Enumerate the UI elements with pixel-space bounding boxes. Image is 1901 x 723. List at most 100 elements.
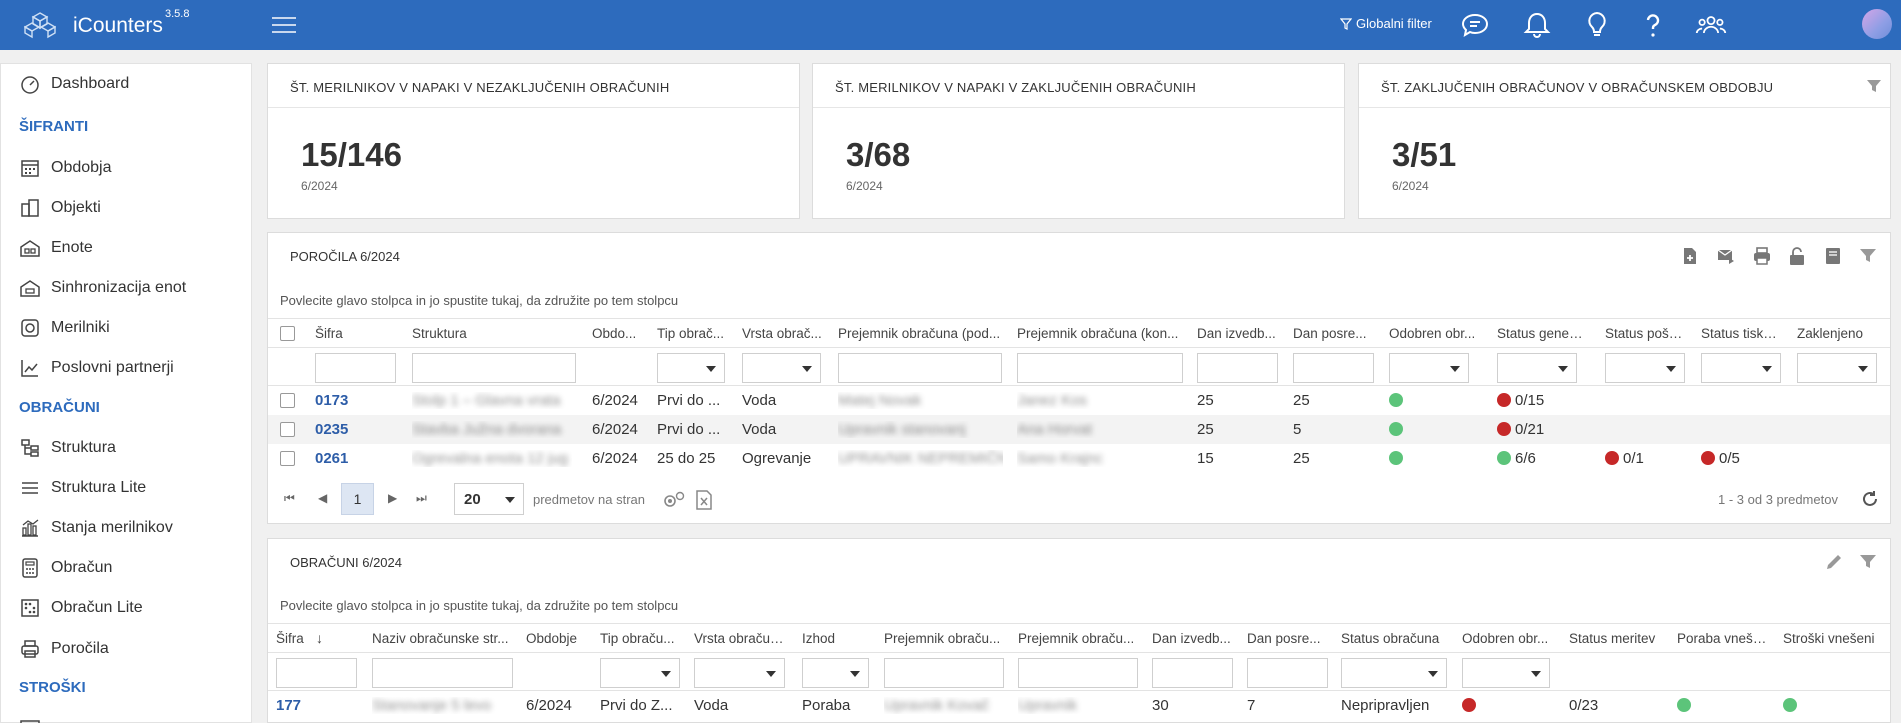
sidebar-item-next[interactable] (19, 715, 41, 723)
chat-icon[interactable] (1459, 10, 1491, 40)
col-tip[interactable]: Tip obrač... (657, 326, 731, 341)
last-page-icon[interactable]: ⏭ (416, 491, 427, 506)
refresh-icon[interactable] (1861, 490, 1879, 508)
filter-dan-posredovanja-input[interactable] (1247, 658, 1328, 688)
edit-icon[interactable] (1824, 552, 1844, 572)
filter-prejemnik-kon-input[interactable] (1017, 353, 1183, 383)
cell-sifra[interactable]: 0173 (315, 392, 395, 409)
filter-prejemnik-2-input[interactable] (1018, 658, 1138, 688)
row-checkbox[interactable] (280, 393, 295, 408)
filter-tip-select[interactable] (600, 658, 680, 688)
filter-zaklenjeno-select[interactable] (1797, 353, 1877, 383)
col-sifra[interactable]: Šifra (315, 326, 395, 341)
col-dan-posredovanja[interactable]: Dan posre... (1247, 631, 1330, 646)
users-icon[interactable] (1695, 10, 1727, 40)
excel-export-icon[interactable] (695, 489, 713, 511)
filter-sifra-input[interactable] (315, 353, 396, 383)
prev-page-icon[interactable]: ◀ (318, 491, 327, 505)
filter-dan-posredovanja-input[interactable] (1293, 353, 1374, 383)
row-checkbox[interactable] (280, 451, 295, 466)
sidebar-item-dashboard[interactable]: Dashboard (19, 73, 129, 95)
col-struktura[interactable]: Struktura (412, 326, 552, 341)
filter-prejemnik-pod-input[interactable] (838, 353, 1002, 383)
filter-vrsta-select[interactable] (742, 353, 821, 383)
filter-status-obracuna-select[interactable] (1341, 658, 1447, 688)
col-izhod[interactable]: Izhod (802, 631, 862, 646)
sidebar-item-enote[interactable]: Enote (19, 237, 93, 259)
filter-status-gen-select[interactable] (1497, 353, 1577, 383)
cell-sifra[interactable]: 177 (276, 697, 356, 714)
cell-sifra[interactable]: 0261 (315, 450, 395, 467)
filter-status-tis-select[interactable] (1701, 353, 1781, 383)
select-all-checkbox[interactable] (280, 326, 295, 341)
col-dan-izvedbe[interactable]: Dan izvedb... (1152, 631, 1235, 646)
col-obdobje[interactable]: Obdobje (526, 631, 586, 646)
sidebar-item-sinhronizacija[interactable]: Sinhronizacija enot (19, 277, 186, 299)
filter-struktura-input[interactable] (412, 353, 576, 383)
filter-izhod-select[interactable] (802, 658, 869, 688)
col-poraba[interactable]: Poraba vneše... (1677, 631, 1769, 646)
col-odobren[interactable]: Odobren obr... (1462, 631, 1550, 646)
col-sifra[interactable]: Šifra (276, 631, 316, 646)
col-status-meritev[interactable]: Status meritev (1569, 631, 1664, 646)
sidebar-item-obracun[interactable]: Obračun (19, 557, 112, 579)
bell-icon[interactable] (1521, 10, 1553, 40)
col-dan-izvedbe[interactable]: Dan izvedb... (1197, 326, 1280, 341)
filter-dan-izvedbe-input[interactable] (1197, 353, 1278, 383)
filter-sifra-input[interactable] (276, 658, 357, 688)
col-tip[interactable]: Tip obraču... (600, 631, 680, 646)
sidebar-item-obdobja[interactable]: Obdobja (19, 157, 112, 179)
avatar[interactable] (1862, 9, 1892, 39)
help-icon[interactable] (1637, 10, 1669, 40)
col-stroski[interactable]: Stroški vnešeni (1783, 631, 1883, 646)
sidebar-item-merilniki[interactable]: Merilniki (19, 317, 110, 339)
filter-tip-select[interactable] (657, 353, 725, 383)
table-row[interactable]: 177 Stanovanje 5 levo 6/2024 Prvi do Z... Vo… (268, 691, 1890, 720)
table-row[interactable]: 0261 Ogrevalna enota 12 jug 6/2024 25 do 25… (268, 444, 1890, 473)
filter-icon[interactable] (1865, 77, 1883, 95)
sidebar-item-porocila[interactable]: Poročila (19, 638, 109, 660)
next-page-icon[interactable]: ▶ (388, 491, 397, 505)
table-row[interactable]: 0235 Stavba Južna dvorana 6/2024 Prvi do ..… (268, 415, 1890, 444)
col-prejemnik-pod[interactable]: Prejemnik obračuna (pod... (838, 326, 1008, 341)
sidebar-item-struktura-lite[interactable]: Struktura Lite (19, 477, 146, 499)
col-status-generiranja[interactable]: Status generi... (1497, 326, 1587, 341)
col-prejemnik-1[interactable]: Prejemnik obraču... (884, 631, 1004, 646)
col-odobren[interactable]: Odobren obr... (1389, 326, 1479, 341)
sidebar-item-stanja[interactable]: Stanja merilnikov (19, 517, 173, 539)
filter-naziv-input[interactable] (372, 658, 513, 688)
filter-prejemnik-1-input[interactable] (884, 658, 1004, 688)
sidebar-item-struktura[interactable]: Struktura (19, 437, 116, 459)
send-mail-icon[interactable] (1716, 246, 1736, 266)
filter-odobren-select[interactable] (1462, 658, 1550, 688)
menu-toggle-icon[interactable] (272, 17, 296, 33)
settings-gears-icon[interactable] (661, 489, 687, 511)
cell-sifra[interactable]: 0235 (315, 421, 395, 438)
filter-icon[interactable] (1858, 246, 1878, 266)
col-vrsta[interactable]: Vrsta obračuna (694, 631, 784, 646)
print-icon[interactable] (1752, 246, 1772, 266)
col-status-posiljanja[interactable]: Status pošil... (1605, 326, 1685, 341)
col-naziv[interactable]: Naziv obračunske str... (372, 631, 510, 646)
book-icon[interactable] (1823, 246, 1843, 266)
global-filter-button[interactable]: Globalni filter (1340, 16, 1432, 31)
logo-icon[interactable] (24, 11, 56, 39)
first-page-icon[interactable]: ⏮ (284, 491, 295, 506)
sort-desc-icon[interactable]: ↓ (316, 630, 323, 646)
page-size-select[interactable]: 20 (454, 483, 524, 515)
lightbulb-icon[interactable] (1581, 10, 1613, 40)
col-vrsta[interactable]: Vrsta obrač... (742, 326, 822, 341)
filter-odobren-select[interactable] (1389, 353, 1469, 383)
col-zaklenjeno[interactable]: Zaklenjeno (1797, 326, 1877, 341)
sidebar-item-partnerji[interactable]: Poslovni partnerji (19, 357, 174, 379)
table-row[interactable]: 0173 Stolp 1 – Glavna vrata 6/2024 Prvi do … (268, 386, 1890, 415)
current-page-button[interactable]: 1 (341, 483, 374, 515)
col-status-tiskanja[interactable]: Status tiska... (1701, 326, 1781, 341)
col-status-obracuna[interactable]: Status obračuna (1341, 631, 1451, 646)
col-prejemnik-2[interactable]: Prejemnik obraču... (1018, 631, 1138, 646)
row-checkbox[interactable] (280, 422, 295, 437)
col-prejemnik-kon[interactable]: Prejemnik obračuna (kon... (1017, 326, 1189, 341)
sidebar-item-obracun-lite[interactable]: Obračun Lite (19, 597, 143, 619)
filter-dan-izvedbe-input[interactable] (1152, 658, 1233, 688)
add-document-icon[interactable] (1680, 246, 1700, 266)
